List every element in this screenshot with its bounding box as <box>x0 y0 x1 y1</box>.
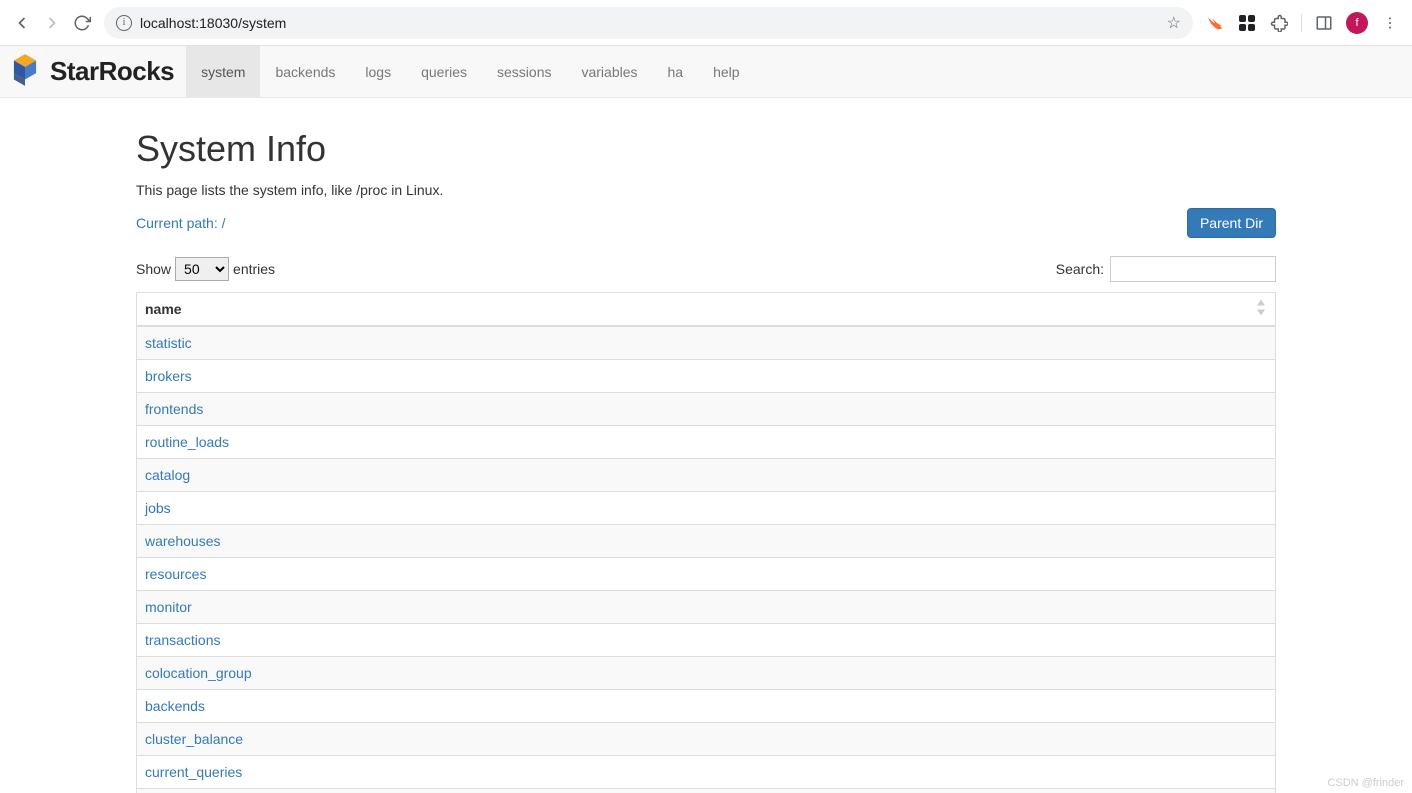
table-cell: stream_loads <box>137 789 1276 793</box>
page-container: System Info This page lists the system i… <box>136 98 1276 793</box>
search-box: Search: <box>1056 256 1276 282</box>
table-row: backends <box>137 690 1276 723</box>
table-cell: warehouses <box>137 525 1276 558</box>
nav-items: systembackendslogsqueriessessionsvariabl… <box>186 46 754 97</box>
table-cell: routine_loads <box>137 426 1276 459</box>
brand-text: StarRocks <box>50 56 174 87</box>
profile-avatar[interactable]: f <box>1346 12 1368 34</box>
browser-toolbar-right: f <box>1201 12 1404 34</box>
table-cell: colocation_group <box>137 657 1276 690</box>
entries-select[interactable]: 102550100 <box>175 257 229 281</box>
toolbar-divider <box>1301 14 1302 32</box>
system-link-jobs[interactable]: jobs <box>145 500 171 516</box>
nav-item-ha[interactable]: ha <box>653 46 699 97</box>
show-label: Show <box>136 261 171 277</box>
table-cell: monitor <box>137 591 1276 624</box>
table-header-label: name <box>145 301 182 317</box>
back-button[interactable] <box>12 13 32 33</box>
url-input[interactable] <box>140 15 1159 31</box>
system-table: name statistic brokers frontends routine_lo… <box>136 292 1276 793</box>
table-cell: jobs <box>137 492 1276 525</box>
table-row: transactions <box>137 624 1276 657</box>
system-link-statistic[interactable]: statistic <box>145 335 192 351</box>
table-row: cluster_balance <box>137 723 1276 756</box>
extension-swift-icon[interactable] <box>1205 13 1225 33</box>
system-link-colocation_group[interactable]: colocation_group <box>145 665 252 681</box>
system-link-routine_loads[interactable]: routine_loads <box>145 434 229 450</box>
search-input[interactable] <box>1110 256 1276 282</box>
table-cell: backends <box>137 690 1276 723</box>
bookmark-star-icon[interactable]: ☆ <box>1167 13 1181 33</box>
table-row: jobs <box>137 492 1276 525</box>
extensions-icon[interactable] <box>1269 13 1289 33</box>
address-bar[interactable]: i ☆ <box>104 7 1193 39</box>
table-row: colocation_group <box>137 657 1276 690</box>
table-cell: resources <box>137 558 1276 591</box>
nav-item-system[interactable]: system <box>186 46 260 97</box>
browser-nav-controls <box>8 13 96 33</box>
table-row: current_queries <box>137 756 1276 789</box>
system-link-current_queries[interactable]: current_queries <box>145 764 242 780</box>
system-link-resources[interactable]: resources <box>145 566 206 582</box>
table-cell: cluster_balance <box>137 723 1276 756</box>
table-controls: Show 102550100 entries Search: <box>136 256 1276 282</box>
table-row: stream_loads <box>137 789 1276 793</box>
path-row: Current path: / Parent Dir <box>136 208 1276 238</box>
forward-button[interactable] <box>42 13 62 33</box>
table-row: brokers <box>137 360 1276 393</box>
table-cell: brokers <box>137 360 1276 393</box>
system-link-frontends[interactable]: frontends <box>145 401 203 417</box>
extension-grid-icon[interactable] <box>1237 13 1257 33</box>
nav-item-logs[interactable]: logs <box>350 46 406 97</box>
table-row: resources <box>137 558 1276 591</box>
table-cell: catalog <box>137 459 1276 492</box>
sort-icon <box>1255 300 1267 319</box>
table-cell: current_queries <box>137 756 1276 789</box>
chrome-menu-icon[interactable] <box>1380 13 1400 33</box>
system-link-transactions[interactable]: transactions <box>145 632 220 648</box>
nav-item-sessions[interactable]: sessions <box>482 46 566 97</box>
page-description: This page lists the system info, like /p… <box>136 182 1276 198</box>
table-row: warehouses <box>137 525 1276 558</box>
site-info-icon[interactable]: i <box>116 15 132 31</box>
starrocks-logo-icon <box>6 51 44 92</box>
nav-item-help[interactable]: help <box>698 46 754 97</box>
content-scroll-area[interactable]: System Info This page lists the system i… <box>0 98 1412 793</box>
show-entries: Show 102550100 entries <box>136 257 275 281</box>
nav-item-backends[interactable]: backends <box>260 46 350 97</box>
entries-label: entries <box>233 261 275 277</box>
page-title: System Info <box>136 128 1276 170</box>
system-link-warehouses[interactable]: warehouses <box>145 533 221 549</box>
side-panel-icon[interactable] <box>1314 13 1334 33</box>
table-cell: transactions <box>137 624 1276 657</box>
system-link-cluster_balance[interactable]: cluster_balance <box>145 731 243 747</box>
table-header-name[interactable]: name <box>137 293 1276 327</box>
nav-item-queries[interactable]: queries <box>406 46 482 97</box>
table-row: statistic <box>137 326 1276 360</box>
watermark: CSDN @frinder <box>1327 777 1404 789</box>
table-row: monitor <box>137 591 1276 624</box>
system-link-monitor[interactable]: monitor <box>145 599 192 615</box>
table-row: catalog <box>137 459 1276 492</box>
current-path-value: / <box>222 215 226 231</box>
browser-chrome: i ☆ f <box>0 0 1412 46</box>
brand[interactable]: StarRocks <box>0 51 186 92</box>
nav-item-variables[interactable]: variables <box>566 46 652 97</box>
system-link-backends[interactable]: backends <box>145 698 205 714</box>
app-navbar: StarRocks systembackendslogsqueriessessi… <box>0 46 1412 98</box>
parent-dir-button[interactable]: Parent Dir <box>1187 208 1276 238</box>
system-link-brokers[interactable]: brokers <box>145 368 192 384</box>
reload-button[interactable] <box>72 13 92 33</box>
table-row: routine_loads <box>137 426 1276 459</box>
current-path[interactable]: Current path: / <box>136 215 226 231</box>
system-link-catalog[interactable]: catalog <box>145 467 190 483</box>
table-cell: frontends <box>137 393 1276 426</box>
current-path-label: Current path: <box>136 215 222 231</box>
search-label: Search: <box>1056 261 1104 277</box>
table-row: frontends <box>137 393 1276 426</box>
table-cell: statistic <box>137 326 1276 360</box>
